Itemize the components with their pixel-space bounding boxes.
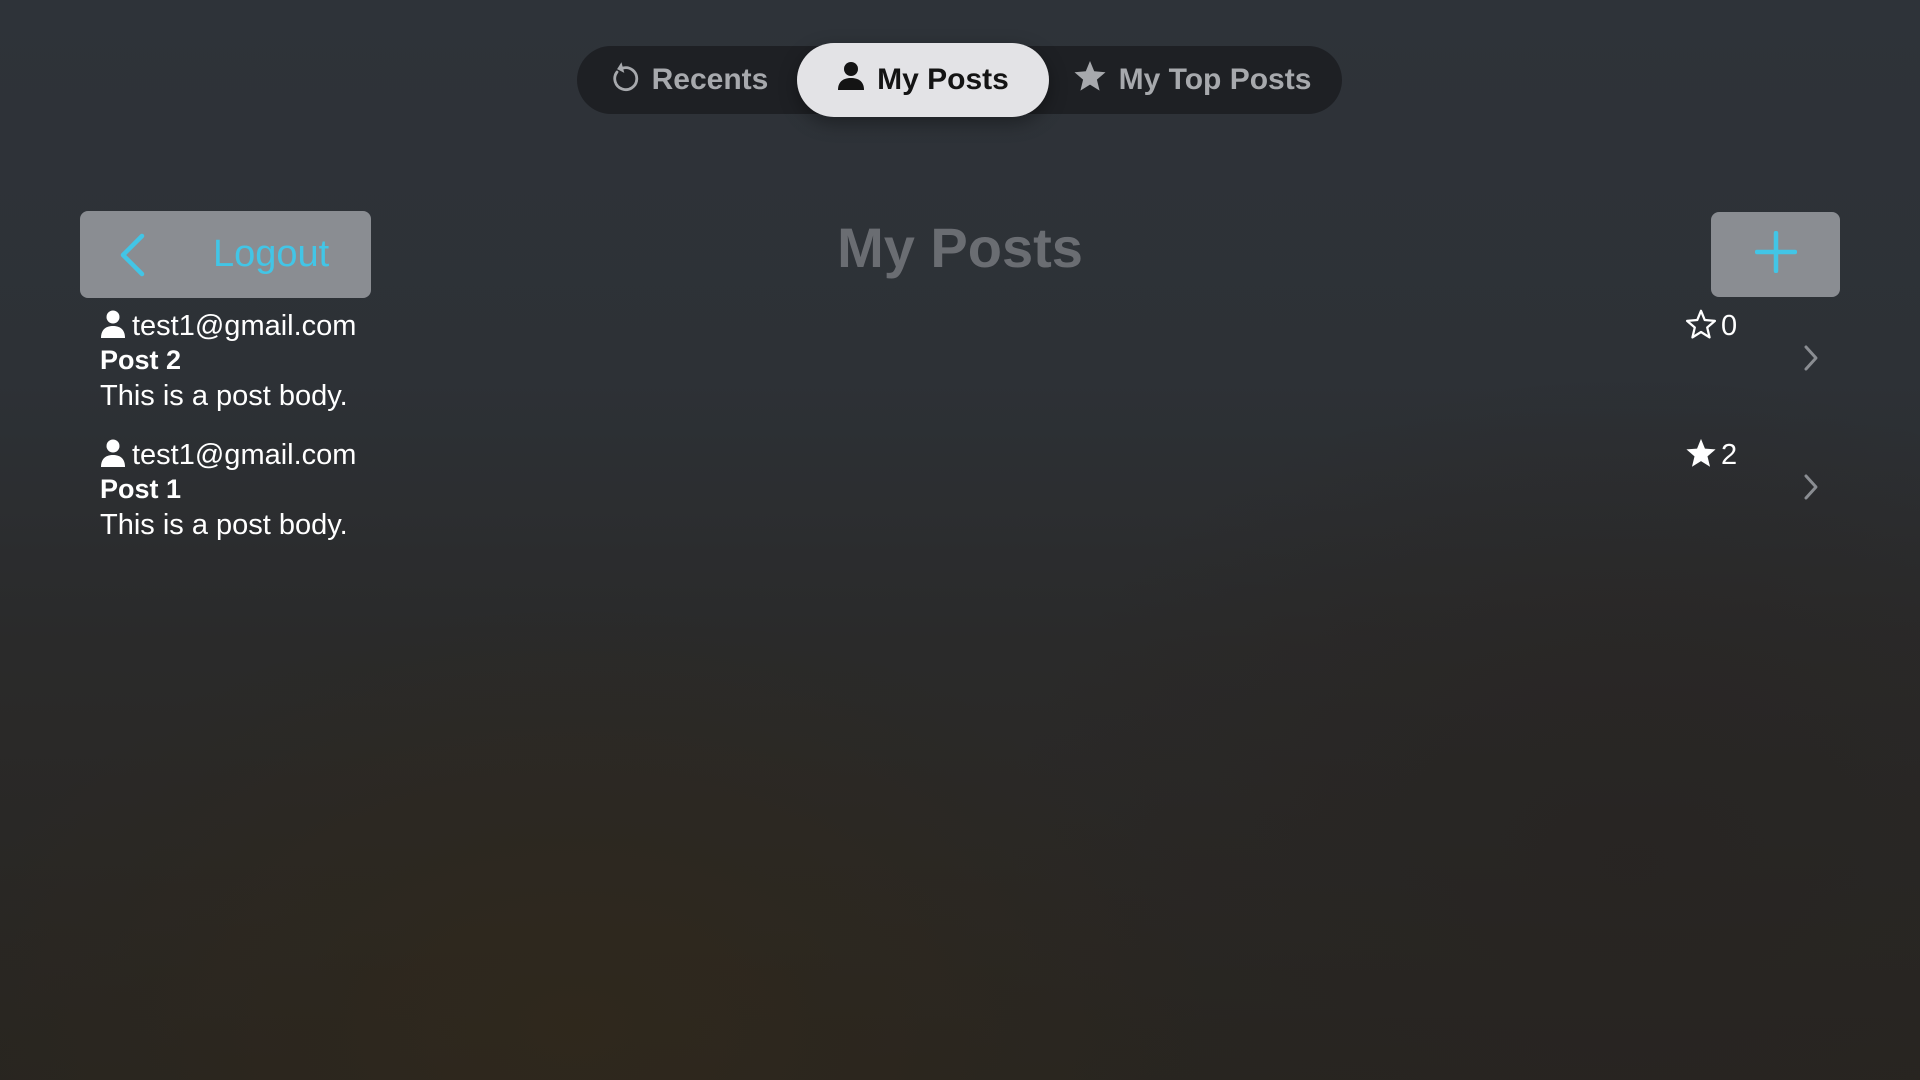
logout-label: Logout bbox=[213, 233, 330, 275]
tab-my-posts-label: My Posts bbox=[877, 63, 1009, 96]
star-outline-icon bbox=[1685, 308, 1717, 345]
add-post-button[interactable] bbox=[1711, 212, 1840, 297]
star-filled-icon bbox=[1073, 60, 1107, 100]
post-author: test1@gmail.com bbox=[132, 438, 357, 471]
person-icon bbox=[100, 438, 126, 473]
post-title: Post 1 bbox=[100, 474, 182, 504]
person-icon bbox=[837, 61, 865, 99]
star-filled-icon bbox=[1685, 437, 1717, 474]
post-author-row: test1@gmail.com bbox=[100, 437, 356, 473]
star-count: 2 bbox=[1721, 438, 1738, 471]
tab-bar: Recents My Posts My Top Posts bbox=[577, 43, 1342, 117]
chevron-right-icon bbox=[1803, 344, 1819, 377]
post-star-count[interactable]: 0 bbox=[1685, 308, 1737, 344]
tab-my-posts[interactable]: My Posts bbox=[797, 43, 1049, 117]
plus-icon bbox=[1754, 230, 1797, 278]
tab-recents-label: Recents bbox=[651, 63, 769, 96]
post-list-item[interactable]: test1@gmail.com Post 1 This is a post bo… bbox=[100, 437, 1830, 557]
recents-arrow-icon bbox=[610, 60, 640, 100]
post-title: Post 2 bbox=[100, 345, 182, 375]
chevron-right-icon bbox=[1803, 473, 1819, 506]
post-author-row: test1@gmail.com bbox=[100, 308, 356, 344]
tab-recents[interactable]: Recents bbox=[609, 46, 769, 114]
post-body: This is a post body. bbox=[100, 509, 348, 541]
star-count: 0 bbox=[1721, 309, 1738, 342]
post-author: test1@gmail.com bbox=[132, 309, 357, 342]
post-body: This is a post body. bbox=[100, 380, 348, 412]
tab-my-top-posts[interactable]: My Top Posts bbox=[1072, 46, 1312, 114]
tab-my-top-posts-label: My Top Posts bbox=[1118, 63, 1312, 96]
post-list-item[interactable]: test1@gmail.com Post 2 This is a post bo… bbox=[100, 308, 1830, 428]
page-title: My Posts bbox=[837, 216, 1083, 279]
chevron-left-icon bbox=[118, 233, 146, 282]
post-star-count[interactable]: 2 bbox=[1685, 437, 1737, 473]
person-icon bbox=[100, 309, 126, 344]
logout-button[interactable]: Logout bbox=[80, 211, 371, 298]
